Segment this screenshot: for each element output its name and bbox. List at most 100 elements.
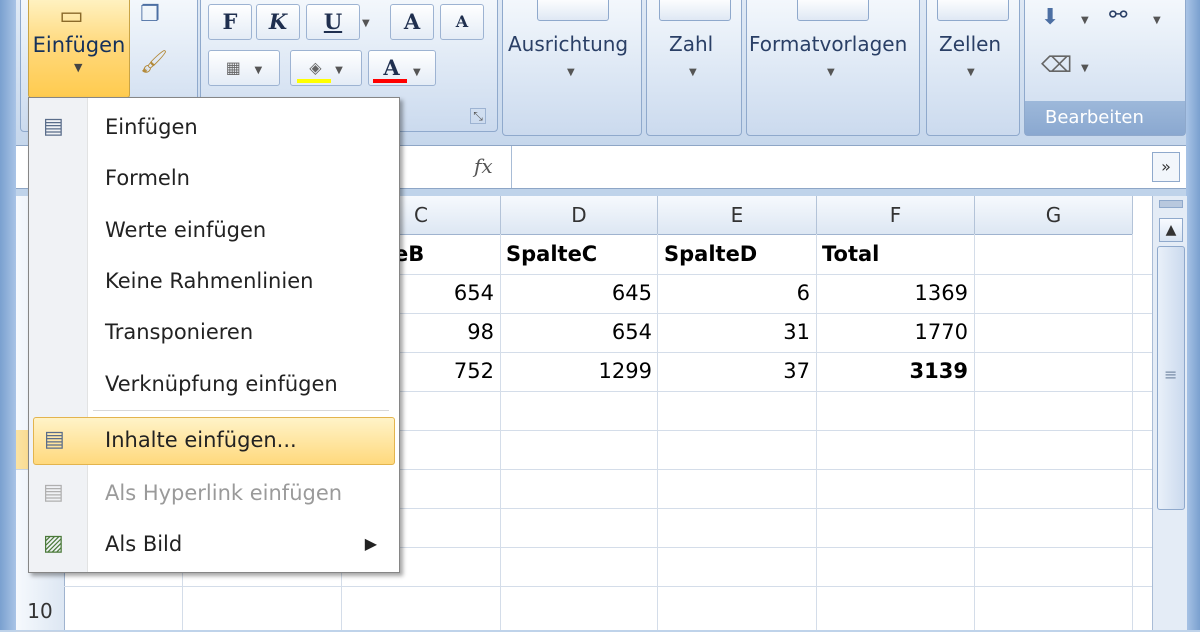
- vertical-scrollbar[interactable]: ▲ ≡: [1152, 196, 1187, 630]
- table-cell[interactable]: 1770: [820, 313, 968, 352]
- clear-eraser-icon[interactable]: ⌫: [1041, 53, 1072, 78]
- paste-button[interactable]: ▭ Einfügen ▼: [28, 0, 130, 98]
- menu-item-label: Als Hyperlink einfügen: [105, 481, 343, 505]
- window-frame-left: [0, 0, 16, 630]
- menu-item-label: Inhalte einfügen...: [105, 428, 297, 452]
- copy-icon[interactable]: ❐: [140, 2, 160, 27]
- chevron-down-icon[interactable]: ▼: [1153, 15, 1161, 26]
- menu-item-label: Keine Rahmenlinien: [105, 269, 314, 293]
- chevron-down-icon: ▼: [74, 61, 83, 74]
- menu-item-label: Transponieren: [105, 320, 254, 344]
- chevron-down-icon: ▼: [967, 67, 975, 78]
- underline-dropdown-icon[interactable]: ▼: [362, 18, 370, 29]
- menu-item-paste-special[interactable]: ▤ Inhalte einfügen...: [33, 417, 395, 465]
- borders-icon: ▦: [225, 58, 241, 77]
- column-header-e[interactable]: E: [658, 196, 817, 235]
- table-cell[interactable]: 1299: [504, 352, 652, 391]
- font-color-button[interactable]: A ▼: [368, 50, 436, 86]
- styles-group[interactable]: Formatvorlagen ▼: [746, 0, 920, 136]
- grid-line: [657, 234, 658, 630]
- scroll-thumb[interactable]: ≡: [1157, 246, 1185, 510]
- italic-button[interactable]: K: [256, 4, 300, 40]
- menu-item-formulas[interactable]: Formeln: [29, 154, 399, 204]
- fill-down-icon[interactable]: ⬇: [1041, 5, 1059, 30]
- scroll-up-icon[interactable]: ▲: [1159, 218, 1183, 242]
- formula-input[interactable]: [514, 146, 1154, 188]
- menu-separator: [93, 410, 389, 411]
- grid-line: [500, 234, 501, 630]
- chevron-down-icon: ▼: [254, 65, 263, 76]
- alignment-label: Ausrichtung: [508, 32, 629, 56]
- cell-header-c[interactable]: SpalteC: [506, 235, 656, 274]
- editing-label: Bearbeiten: [1045, 107, 1144, 128]
- underline-button[interactable]: U: [306, 4, 360, 40]
- fill-bucket-icon: ◈: [309, 58, 322, 77]
- chevron-down-icon: ▼: [689, 67, 697, 78]
- styles-icon-box: [797, 0, 869, 21]
- font-color-label: A: [383, 55, 400, 80]
- chevron-down-icon[interactable]: ▼: [1081, 63, 1089, 74]
- table-cell[interactable]: 1369: [820, 274, 968, 313]
- menu-item-paste-values[interactable]: Werte einfügen: [29, 206, 399, 256]
- row-header-10[interactable]: 10: [16, 592, 64, 632]
- table-cell[interactable]: 6: [662, 274, 810, 313]
- cells-label: Zellen: [939, 32, 1002, 56]
- cell-header-total[interactable]: Total: [822, 235, 972, 274]
- number-icon-box: [659, 0, 731, 21]
- number-group[interactable]: Zahl ▼: [646, 0, 742, 136]
- menu-item-label: Formeln: [105, 166, 190, 190]
- cells-group[interactable]: Zellen ▼: [926, 0, 1020, 136]
- expand-formula-bar-button[interactable]: »: [1152, 152, 1180, 182]
- column-header-d[interactable]: D: [501, 196, 658, 235]
- table-cell[interactable]: 37: [662, 352, 810, 391]
- number-label: Zahl: [669, 32, 714, 56]
- submenu-arrow-icon: ▶: [364, 534, 377, 553]
- table-cell[interactable]: 654: [504, 313, 652, 352]
- split-handle[interactable]: [1159, 200, 1183, 208]
- editing-group: ⬇ ▼ ⚯ ▼ ⌫ ▼ Bearbeiten: [1024, 0, 1186, 136]
- font-shrink-button[interactable]: A: [440, 4, 484, 40]
- formula-bar-separator: [511, 146, 512, 188]
- borders-button[interactable]: ▦ ▼: [208, 50, 280, 86]
- table-cell[interactable]: 645: [504, 274, 652, 313]
- menu-item-label: Werte einfügen: [105, 218, 267, 242]
- cell-header-d[interactable]: SpalteD: [664, 235, 814, 274]
- menu-item-label: Als Bild: [105, 532, 183, 556]
- column-header-g[interactable]: G: [975, 196, 1133, 235]
- find-binoculars-icon[interactable]: ⚯: [1109, 3, 1127, 28]
- dialog-launcher-icon[interactable]: ⤡: [470, 108, 486, 124]
- bold-button[interactable]: F: [208, 4, 252, 40]
- font-grow-button[interactable]: A: [390, 4, 434, 40]
- paste-context-menu: ▤ Einfügen Formeln Werte einfügen Keine …: [28, 97, 400, 573]
- chevron-down-icon: »: [1161, 157, 1171, 176]
- total-cell[interactable]: 3139: [820, 352, 968, 391]
- alignment-icon-box: [537, 0, 609, 21]
- column-header-f[interactable]: F: [817, 196, 975, 235]
- chevron-down-icon: ▼: [567, 67, 575, 78]
- chevron-down-icon: ▼: [335, 65, 343, 76]
- paste-special-icon: ▤: [44, 427, 65, 452]
- chevron-down-icon: ▼: [412, 67, 421, 78]
- styles-label: Formatvorlagen: [749, 32, 908, 56]
- grid-line: [974, 234, 975, 630]
- window-frame-right: [1186, 0, 1200, 630]
- menu-item-paste-link[interactable]: Verknüpfung einfügen: [29, 360, 399, 410]
- menu-item-label: Verknüpfung einfügen: [105, 372, 338, 396]
- alignment-group[interactable]: Ausrichtung ▼: [502, 0, 642, 136]
- chevron-down-icon: ▼: [827, 67, 835, 78]
- cell-header-b[interactable]: teB: [384, 235, 494, 274]
- table-cell[interactable]: 31: [662, 313, 810, 352]
- clipboard-icon: ▭: [59, 1, 84, 31]
- menu-item-no-borders[interactable]: Keine Rahmenlinien: [29, 257, 399, 307]
- hyperlink-icon: ▤: [43, 480, 64, 505]
- menu-item-as-picture[interactable]: ▨ Als Bild ▶: [29, 520, 399, 570]
- menu-item-transpose[interactable]: Transponieren: [29, 308, 399, 358]
- format-painter-icon[interactable]: 🖌: [140, 50, 168, 75]
- grid-line: [1132, 234, 1133, 630]
- fx-icon[interactable]: fx: [474, 154, 493, 178]
- fill-color-button[interactable]: ◈ ▼: [290, 50, 362, 86]
- cells-icon-box: [937, 0, 1009, 21]
- grid-line: [816, 234, 817, 630]
- chevron-down-icon[interactable]: ▼: [1081, 15, 1089, 26]
- menu-item-paste[interactable]: ▤ Einfügen: [29, 103, 399, 153]
